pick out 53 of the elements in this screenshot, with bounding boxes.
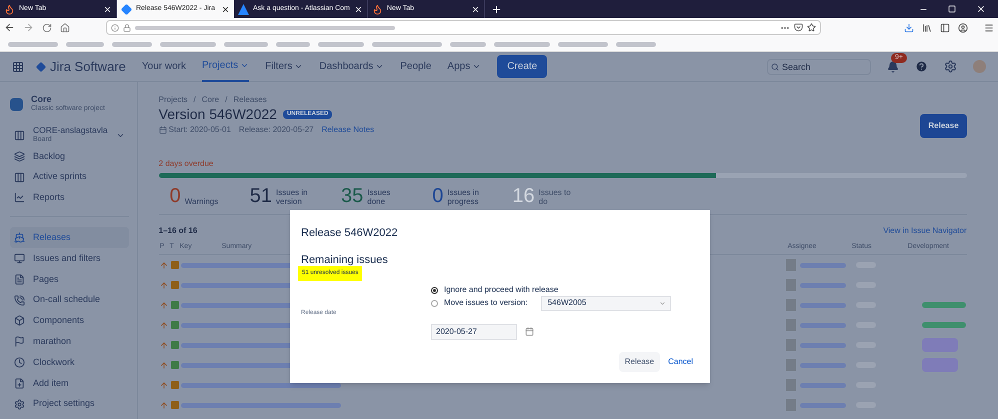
release-button[interactable]: Release (920, 114, 967, 138)
stat-label: Issues to do (538, 188, 572, 206)
release-notes-link[interactable]: Release Notes (322, 124, 374, 136)
sidebar-item[interactable]: Active sprints (10, 166, 129, 188)
stat-number: 0 (432, 186, 444, 206)
version-select[interactable]: 546W2005 (540, 296, 671, 310)
sidebar-item[interactable]: Add item (10, 372, 129, 394)
sidebar-item[interactable]: Components (10, 310, 129, 332)
stat-number: 51 (250, 186, 272, 206)
release-button[interactable]: Release (618, 352, 660, 372)
breadcrumb-separator: / (194, 94, 196, 106)
stat-number: 35 (341, 186, 364, 206)
stat-label: Issues in progress (447, 188, 480, 206)
nav-item[interactable]: Apps (447, 52, 482, 82)
issue-count: 1–16 of 16 (158, 225, 198, 237)
breadcrumb-link[interactable]: Projects (158, 94, 188, 106)
sidebar-item[interactable]: Pages (10, 268, 129, 290)
dialog-title: Release 546W2022 (301, 226, 399, 241)
breadcrumb-link[interactable]: Core (202, 94, 220, 106)
sidebar-item[interactable]: Backlog (10, 146, 129, 167)
stat-label: Warnings (184, 197, 220, 206)
sidebar-item[interactable]: Clockwork (10, 352, 129, 373)
radio-option[interactable]: Ignore and proceed with release (431, 284, 699, 296)
nav-item[interactable]: Dashboards (319, 52, 384, 82)
release-date: Release: 2020-05-27 (238, 124, 314, 136)
overdue-label: 2 days overdue (158, 158, 214, 170)
nav-item[interactable]: People (400, 52, 432, 82)
date-field[interactable]: 2020-05-27 (431, 324, 517, 340)
radio-option[interactable]: Move issues to version: 546W2005 (431, 296, 699, 310)
sidebar-item[interactable]: Issues and filters (10, 248, 129, 269)
issue-navigator-link[interactable]: View in Issue Navigator (883, 225, 967, 237)
create-button[interactable]: Create (497, 55, 548, 78)
stat-label: Issues in version (276, 188, 309, 206)
sidebar-item[interactable]: Project settings (10, 394, 129, 415)
nav-item[interactable]: Filters (265, 52, 304, 82)
project-name[interactable]: Core (31, 94, 105, 106)
start-date: Start: 2020-05-01 (168, 124, 231, 136)
section-heading: Remaining issues (301, 254, 389, 266)
cancel-link[interactable]: Cancel (668, 356, 693, 368)
sidebar-item[interactable]: marathon (10, 331, 129, 352)
version-title: Version 546W2022 (158, 106, 277, 124)
stat-number: 0 (170, 186, 181, 206)
nav-item[interactable]: Your work (142, 52, 186, 82)
stat-label: Issues done (367, 188, 392, 206)
stat-number: 16 (512, 186, 535, 206)
nav-item[interactable]: Projects (202, 52, 250, 82)
sidebar-item[interactable]: On-call schedule (10, 290, 129, 311)
breadcrumb-link[interactable]: Releases (233, 94, 267, 106)
product-name[interactable]: Jira Software (50, 56, 126, 76)
sidebar-item[interactable]: Reports (10, 188, 129, 208)
sidebar-item[interactable]: Releases (10, 227, 129, 248)
search-field[interactable]: Search (767, 58, 871, 74)
breadcrumb-separator: / (225, 94, 228, 106)
